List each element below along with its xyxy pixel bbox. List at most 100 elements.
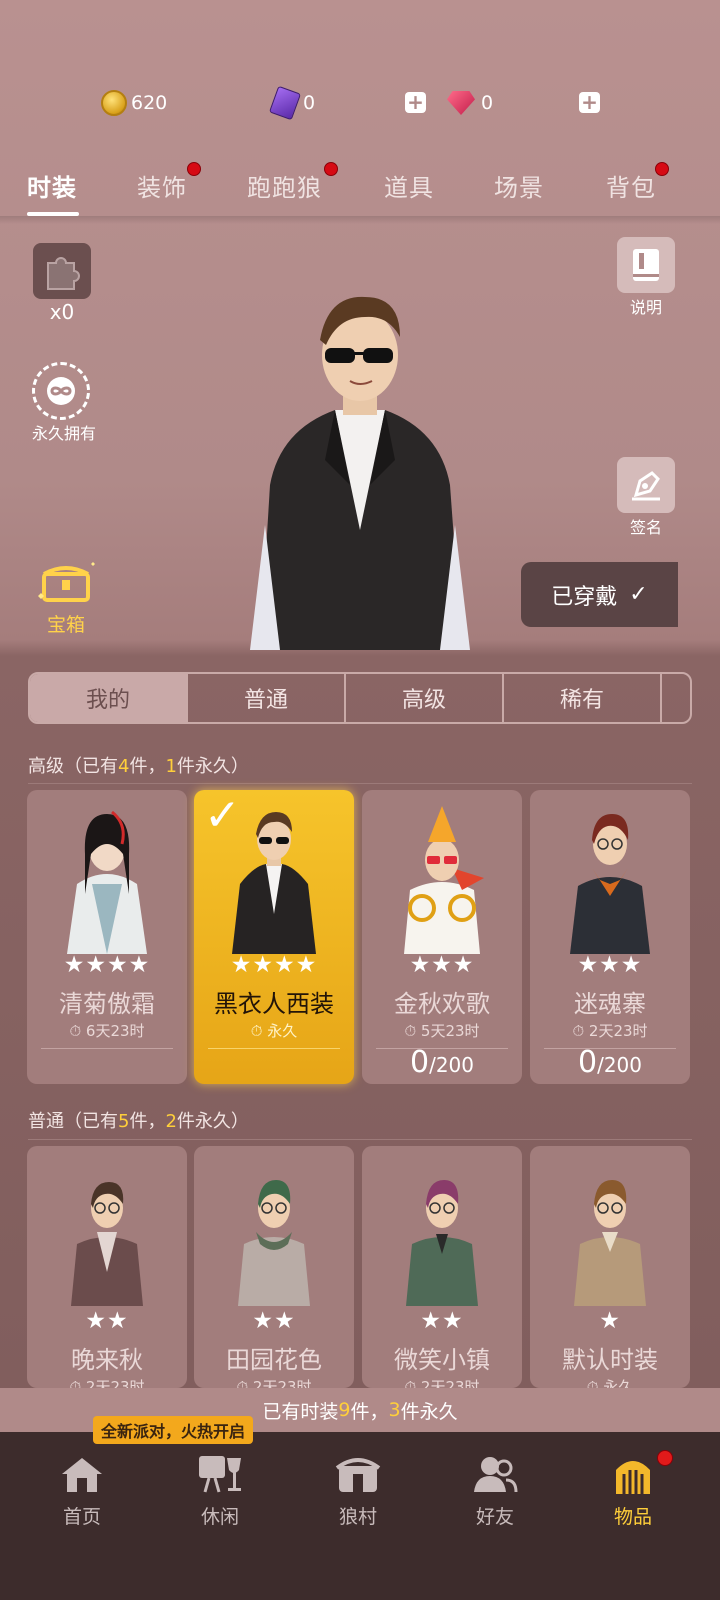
costume-name: 田园花色 <box>226 1346 322 1374</box>
puzzle-icon <box>47 257 80 290</box>
permanent-own-label: 永久拥有 <box>31 424 96 443</box>
infinity-clock-icon <box>47 377 75 405</box>
shard-progress: 0/200 <box>577 1045 642 1080</box>
timer-icon: ⏱ <box>250 1022 263 1040</box>
permanent-own-button[interactable] <box>32 362 90 420</box>
costume-name: 默认时装 <box>562 1346 658 1374</box>
rarity-filter-tabs: 我的 普通 高级 稀有 <box>28 672 692 724</box>
coin-amount: 620 <box>131 92 168 114</box>
worn-status-button[interactable]: 已穿戴 ✓ <box>521 562 678 627</box>
costume-duration: ⏱ 6天23时 <box>69 1022 145 1040</box>
costume-figure-image <box>71 1182 143 1306</box>
costume-name: 清菊傲霜 <box>59 990 155 1018</box>
puzzle-piece-button[interactable] <box>33 243 91 299</box>
costume-figure-image <box>404 806 484 954</box>
rarity-stars: ★★ <box>85 1308 129 1334</box>
rarity-stars: ★★★ <box>409 952 475 978</box>
worn-label: 已穿戴 <box>551 584 618 610</box>
costume-figure-image <box>406 1180 478 1306</box>
card-balance: 0 <box>268 85 316 121</box>
tab-backpack[interactable]: 背包 <box>606 168 656 203</box>
costume-name: 黑衣人西装 <box>214 990 334 1018</box>
add-gems-button[interactable]: + <box>579 92 600 113</box>
check-icon: ✓ <box>629 582 648 607</box>
filter-mine[interactable]: 我的 <box>30 674 188 722</box>
costume-card[interactable]: ★★★ 迷魂寨 ⏱ 2天23时 0/200 <box>530 790 690 1084</box>
costume-duration: ⏱ 2天23时 <box>27 1376 187 1388</box>
timer-icon: ⏱ <box>404 1022 417 1040</box>
costume-name: 微笑小镇 <box>394 1346 490 1374</box>
home-icon <box>57 1452 107 1496</box>
costume-card[interactable]: ★★★ 金秋欢歌 ⏱ 5天23时 0/200 <box>362 790 522 1084</box>
nav-friends[interactable]: 好友 <box>445 1452 545 1529</box>
timer-icon: ⏱ <box>69 1378 82 1388</box>
gem-amount: 0 <box>481 92 494 114</box>
gem-icon <box>447 91 475 115</box>
friends-icon <box>470 1452 520 1496</box>
advanced-section-header: 高级（已有4件，1件永久） <box>28 756 249 777</box>
wine-glass-icon <box>195 1452 245 1496</box>
tab-costume[interactable]: 时装 <box>27 168 77 203</box>
filter-normal[interactable]: 普通 <box>188 674 346 722</box>
costume-card[interactable]: ★★ 微笑小镇 ⏱ 2天23时 <box>362 1146 522 1388</box>
tab-runner-wolf[interactable]: 跑跑狼 <box>247 168 322 203</box>
chest-label: 宝箱 <box>46 614 85 636</box>
costume-duration: ⏱ 2天23时 <box>194 1376 354 1388</box>
runner-notification-dot <box>324 162 338 176</box>
nav-home[interactable]: 首页 <box>32 1452 132 1529</box>
bottom-navigation: 首页 休闲 狼村 好友 物品 <box>0 1432 720 1600</box>
purple-card-icon <box>268 85 302 121</box>
category-tabs: 时装 装饰 跑跑狼 道具 场景 背包 <box>0 160 720 218</box>
filter-advanced[interactable]: 高级 <box>346 674 504 722</box>
costume-card[interactable]: ★★ 田园花色 ⏱ 2天23时 <box>194 1146 354 1388</box>
tab-decoration[interactable]: 装饰 <box>137 168 187 203</box>
village-icon <box>333 1452 383 1496</box>
timer-icon: ⏱ <box>572 1022 585 1040</box>
costume-card[interactable]: ★★ 晚来秋 ⏱ 2天23时 <box>27 1146 187 1388</box>
signature-button[interactable] <box>617 457 675 513</box>
rarity-stars: ★★ <box>420 1308 464 1334</box>
puzzle-count: x0 <box>49 300 75 324</box>
timer-icon: ⏱ <box>586 1378 599 1388</box>
help-button[interactable] <box>617 237 675 293</box>
timer-icon: ⏱ <box>404 1378 417 1388</box>
costume-card-selected[interactable]: ✓ ★★★★ 黑衣人西装 ⏱ 永久 <box>194 790 354 1084</box>
costume-duration: ⏱ 永久 <box>530 1376 690 1388</box>
costume-duration: ⏱ 2天23时 <box>572 1022 648 1040</box>
party-promo-badge[interactable]: 全新派对，火热开启 <box>93 1416 254 1444</box>
rarity-stars: ★★★★ <box>63 952 151 978</box>
card-amount: 0 <box>303 92 316 114</box>
tab-props[interactable]: 道具 <box>384 168 434 203</box>
chest-icon <box>38 562 95 602</box>
decoration-notification-dot <box>187 162 201 176</box>
backpack-notification-dot <box>655 162 669 176</box>
timer-icon: ⏱ <box>69 1022 82 1040</box>
items-notification-dot <box>657 1450 673 1466</box>
nav-wolf-village[interactable]: 狼村 <box>308 1452 408 1529</box>
costume-card[interactable]: ★ 默认时装 ⏱ 永久 <box>530 1146 690 1388</box>
costume-name: 金秋欢歌 <box>394 990 490 1018</box>
wardrobe-icon <box>608 1452 658 1496</box>
filter-more[interactable] <box>662 674 690 722</box>
filter-rare[interactable]: 稀有 <box>504 674 662 722</box>
rarity-stars: ★★★★ <box>230 952 318 978</box>
costume-duration: ⏱ 5天23时 <box>404 1022 480 1040</box>
costume-figure-image <box>238 1180 310 1306</box>
nav-leisure[interactable]: 休闲 <box>170 1452 270 1529</box>
costume-name: 迷魂寨 <box>574 990 646 1018</box>
treasure-chest-button[interactable] <box>36 560 96 606</box>
add-cards-button[interactable]: + <box>405 92 426 113</box>
costume-duration: ⏱ 永久 <box>250 1022 298 1040</box>
costume-figure-image <box>232 812 316 954</box>
costume-duration: ⏱ 2天23时 <box>362 1376 522 1388</box>
tab-scene[interactable]: 场景 <box>494 168 544 203</box>
costume-figure-image <box>67 810 147 954</box>
pen-nib-icon <box>632 471 660 501</box>
costume-figure-image <box>570 814 650 954</box>
book-icon <box>633 249 659 281</box>
normal-section-header: 普通（已有5件，2件永久） <box>28 1111 249 1132</box>
costume-card[interactable]: ★★★★ 清菊傲霜 ⏱ 6天23时 <box>27 790 187 1084</box>
character-preview <box>240 285 480 650</box>
costume-name: 晚来秋 <box>71 1346 143 1374</box>
costume-figure-image <box>574 1180 646 1306</box>
